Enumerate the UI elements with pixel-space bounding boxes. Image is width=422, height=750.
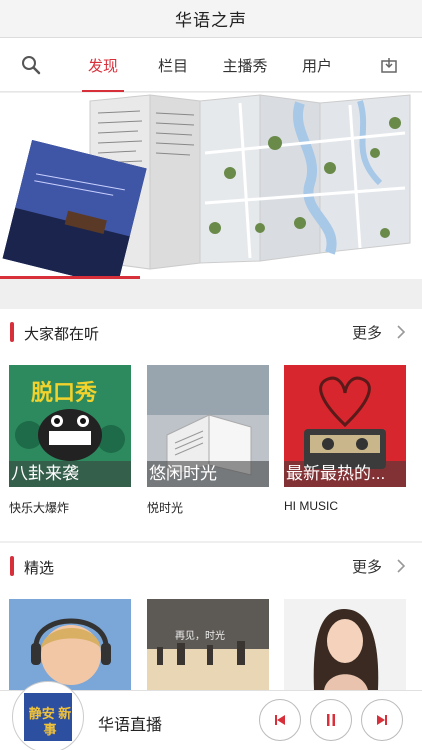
- program-thumbnail: [284, 599, 406, 690]
- chevron-right-icon[interactable]: [394, 323, 408, 341]
- program-card[interactable]: 最新最热的... HI MUSIC: [284, 365, 406, 513]
- section-header: 精选 更多: [0, 543, 422, 591]
- program-caption: 悠闲时光: [147, 461, 269, 487]
- pause-icon: [327, 714, 335, 726]
- program-card[interactable]: 脱口秀 八卦来袭 快乐大爆炸: [9, 365, 131, 516]
- more-button[interactable]: 更多: [352, 322, 382, 343]
- section-marker: [10, 556, 14, 576]
- program-card[interactable]: 再见，时光: [147, 599, 269, 690]
- tab-anchor-show[interactable]: 主播秀: [218, 38, 272, 92]
- station-name: 华语直播: [98, 717, 163, 734]
- program-card[interactable]: [284, 599, 406, 690]
- program-thumbnail: 最新最热的...: [284, 365, 406, 487]
- section-title: 精选: [24, 560, 55, 577]
- station-logo-text: 静安 新事: [28, 706, 72, 737]
- download-icon[interactable]: [376, 52, 402, 78]
- chevron-right-icon[interactable]: [394, 557, 408, 575]
- program-card[interactable]: [9, 599, 131, 690]
- program-name: 快乐大爆炸: [9, 501, 70, 515]
- tab-discover[interactable]: 发现: [78, 38, 128, 92]
- program-caption: 八卦来袭: [9, 461, 131, 487]
- mini-player: 静安 新事 华语直播: [0, 681, 422, 750]
- station-logo[interactable]: 静安 新事: [12, 681, 84, 750]
- program-name: 悦时光: [147, 501, 184, 515]
- pause-button[interactable]: [310, 699, 352, 741]
- program-thumbnail: 再见，时光: [147, 599, 269, 690]
- tab-user[interactable]: 用户: [294, 38, 340, 92]
- banner-image: [0, 93, 422, 279]
- tab-columns[interactable]: 栏目: [150, 38, 196, 92]
- tab-bar: 发现 栏目 主播秀 用户: [0, 38, 422, 92]
- banner-carousel[interactable]: [0, 93, 422, 279]
- page-title: 华语之声: [175, 11, 247, 30]
- section-popular: 大家都在听 更多 脱口秀 八卦来袭 快乐大爆炸 悠闲时光 悦时光 最新最热的..…: [0, 309, 422, 541]
- previous-button[interactable]: [259, 699, 301, 741]
- section-marker: [10, 322, 14, 342]
- section-header: 大家都在听 更多: [0, 309, 422, 357]
- program-caption: 最新最热的...: [284, 461, 406, 487]
- program-thumbnail: 脱口秀 八卦来袭: [9, 365, 131, 487]
- artwork-text: 再见，时光: [175, 631, 225, 642]
- program-card[interactable]: 悠闲时光 悦时光: [147, 365, 269, 516]
- section-featured: 精选 更多 再见，时光: [0, 543, 422, 690]
- search-icon[interactable]: [18, 52, 44, 78]
- program-name: HI MUSIC: [284, 499, 338, 513]
- more-button[interactable]: 更多: [352, 556, 382, 577]
- next-button[interactable]: [361, 699, 403, 741]
- skip-previous-icon: [275, 715, 285, 725]
- skip-next-icon: [377, 715, 387, 725]
- banner-indicator: [0, 276, 140, 279]
- section-title: 大家都在听: [24, 326, 100, 343]
- title-bar: 华语之声: [0, 0, 422, 38]
- artwork-text: 脱口秀: [31, 380, 98, 405]
- program-thumbnail: [9, 599, 131, 690]
- program-thumbnail: 悠闲时光: [147, 365, 269, 487]
